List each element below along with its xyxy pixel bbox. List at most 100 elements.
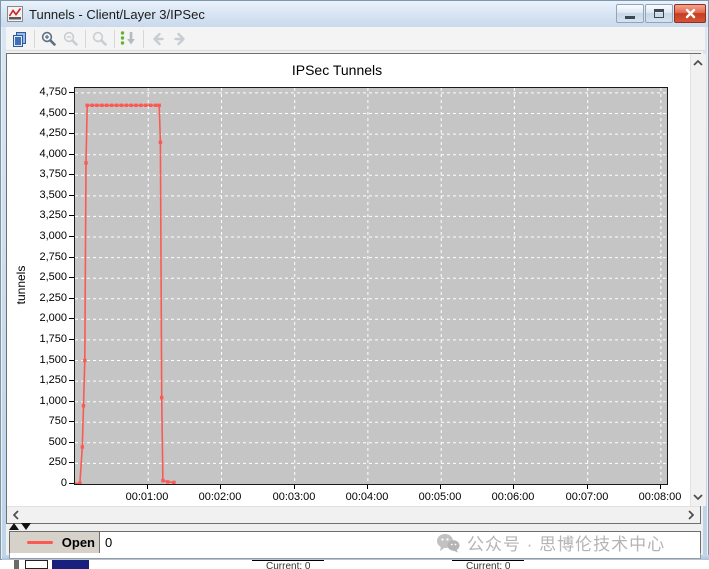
scroll-right-button[interactable]: [684, 508, 698, 522]
ytick-label: 4,250: [7, 127, 67, 139]
sort-descending-icon: [21, 523, 31, 530]
ytick-mark: [69, 195, 74, 196]
ytick-label: 250: [7, 456, 67, 468]
ytick-label: 2,000: [7, 312, 67, 324]
ytick-mark: [69, 174, 74, 175]
chevron-left-icon: [13, 510, 19, 520]
tunnels-window: Tunnels - Client/Layer 3/IPSec: [0, 0, 709, 560]
xtick-label: 00:05:00: [406, 491, 474, 503]
minimize-icon: [625, 16, 635, 19]
ytick-mark: [69, 401, 74, 402]
ytick-label: 3,250: [7, 209, 67, 221]
forward-arrow-icon: [171, 30, 189, 48]
ytick-mark: [69, 462, 74, 463]
xtick-label: 00:08:00: [626, 491, 694, 503]
window-title: Tunnels - Client/Layer 3/IPSec: [29, 7, 205, 22]
back-button[interactable]: [147, 28, 169, 49]
xtick-mark: [660, 485, 661, 489]
xtick-mark: [587, 485, 588, 489]
series-name: Open: [62, 535, 95, 550]
ytick-label: 2,750: [7, 251, 67, 263]
zoom-out-button[interactable]: [60, 28, 82, 49]
copy-chart-icon: [11, 30, 29, 48]
xtick-label: 00:04:00: [333, 491, 401, 503]
ytick-label: 4,000: [7, 148, 67, 160]
xtick-label: 00:07:00: [553, 491, 621, 503]
ytick-mark: [69, 360, 74, 361]
ytick-mark: [69, 442, 74, 443]
xtick-mark: [294, 485, 295, 489]
ytick-mark: [69, 257, 74, 258]
xtick-label: 00:02:00: [186, 491, 254, 503]
ytick-label: 3,500: [7, 189, 67, 201]
autoscale-scroll-button[interactable]: [118, 28, 140, 49]
title-bar[interactable]: Tunnels - Client/Layer 3/IPSec: [1, 1, 708, 27]
zoom-in-icon: [40, 30, 58, 48]
ytick-label: 750: [7, 415, 67, 427]
maximize-button[interactable]: [645, 4, 673, 23]
plot-canvas: [75, 88, 667, 484]
ytick-mark: [69, 339, 74, 340]
maximize-icon: [654, 9, 664, 18]
ytick-mark: [69, 298, 74, 299]
xtick-mark: [147, 485, 148, 489]
background-window-strip: Current: 0 Current: 0: [0, 560, 709, 569]
chart-area: IPSec Tunnels tunnels 02505007501,0001,2…: [7, 54, 684, 506]
back-arrow-icon: [149, 30, 167, 48]
ytick-label: 3,750: [7, 168, 67, 180]
plot-area: [74, 87, 668, 485]
autoscale-scroll-icon: [119, 30, 139, 48]
ytick-mark: [69, 380, 74, 381]
ytick-label: 3,000: [7, 230, 67, 242]
ytick-mark: [69, 215, 74, 216]
background-current-label: Current: 0: [252, 560, 324, 569]
ytick-label: 1,500: [7, 354, 67, 366]
xtick-label: 00:01:00: [113, 491, 181, 503]
xtick-mark: [367, 485, 368, 489]
xtick-mark: [220, 485, 221, 489]
background-fragment: [14, 560, 19, 569]
legend-name-cell[interactable]: Open: [10, 532, 100, 553]
ytick-mark: [69, 421, 74, 422]
ytick-label: 1,750: [7, 333, 67, 345]
watermark: 公众号 · 思博伦技术中心: [436, 530, 665, 555]
copy-chart-button[interactable]: [9, 28, 31, 49]
sort-ascending-icon: [9, 523, 19, 530]
minimize-button[interactable]: [616, 4, 644, 23]
series-current-value: 0: [105, 535, 112, 550]
background-current-label: Current: 0: [452, 560, 524, 569]
ytick-mark: [69, 236, 74, 237]
chart-app-icon: [7, 6, 23, 22]
ytick-label: 0: [7, 477, 67, 489]
ytick-mark: [69, 277, 74, 278]
xtick-label: 00:03:00: [260, 491, 328, 503]
ytick-label: 1,250: [7, 374, 67, 386]
ytick-label: 2,500: [7, 271, 67, 283]
toolbar: [6, 27, 705, 51]
xtick-label: 00:06:00: [479, 491, 547, 503]
ytick-label: 4,750: [7, 86, 67, 98]
scroll-down-button[interactable]: [691, 490, 705, 504]
ytick-mark: [69, 133, 74, 134]
ytick-mark: [69, 92, 74, 93]
watermark-text: 公众号 · 思博伦技术中心: [467, 530, 665, 555]
zoom-in-button[interactable]: [38, 28, 60, 49]
zoom-reset-button[interactable]: [89, 28, 111, 49]
background-selected-cell: [52, 560, 89, 569]
horizontal-scrollbar[interactable]: [7, 506, 700, 523]
ytick-mark: [69, 154, 74, 155]
forward-button[interactable]: [169, 28, 191, 49]
scroll-up-button[interactable]: [691, 56, 705, 70]
chart-panel: IPSec Tunnels tunnels 02505007501,0001,2…: [6, 53, 701, 524]
chevron-up-icon: [693, 60, 703, 66]
xtick-mark: [513, 485, 514, 489]
wechat-icon: [436, 533, 460, 553]
scroll-left-button[interactable]: [9, 508, 23, 522]
close-button[interactable]: [674, 4, 706, 23]
legend-sort-controls[interactable]: [9, 523, 31, 530]
chevron-down-icon: [693, 494, 703, 500]
ytick-label: 1,000: [7, 395, 67, 407]
zoom-out-icon: [62, 30, 80, 48]
vertical-scrollbar[interactable]: [690, 54, 706, 506]
zoom-reset-icon: [91, 30, 109, 48]
